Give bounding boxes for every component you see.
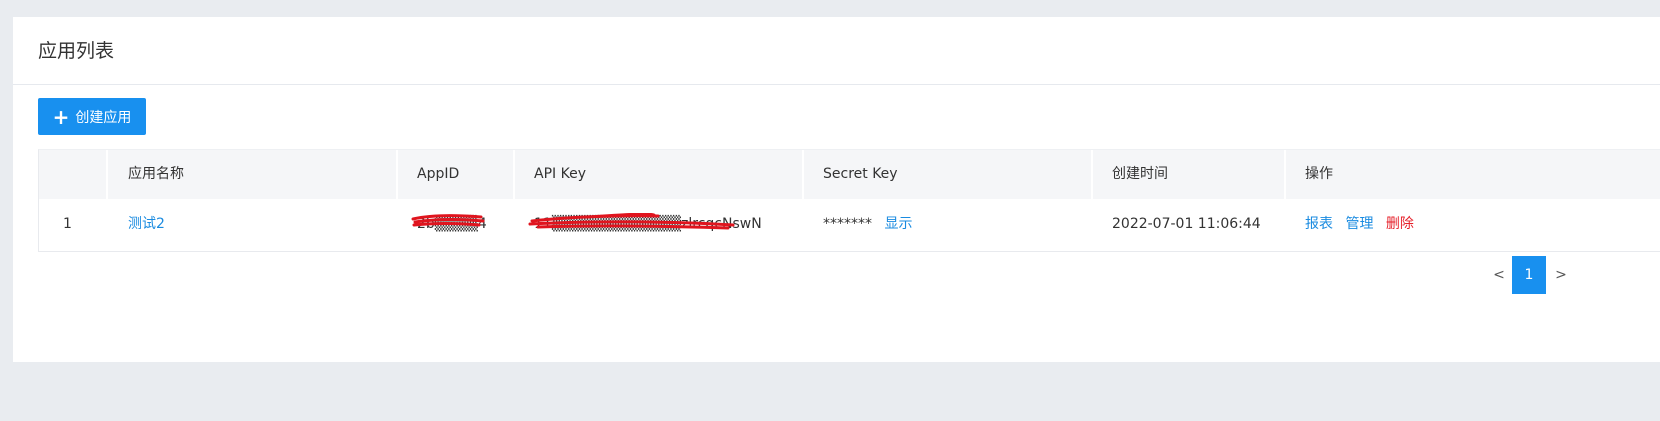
table-header: 应用名称 AppID API Key Secret Key 创建时间 操作 [39,150,1660,199]
column-header-secret-key: Secret Key [823,166,898,182]
pagination-next-button[interactable]: > [1551,256,1571,294]
row-secret-key-cell: ******* 显示 [803,199,1091,250]
report-link[interactable]: 报表 [1305,216,1333,232]
column-header-index [39,150,107,199]
column-header-actions: 操作 [1305,166,1333,182]
column-header-app-name: 应用名称 [128,166,184,182]
column-header-created: 创建时间 [1112,166,1168,182]
delete-link[interactable]: 删除 [1386,216,1414,232]
column-header-api-key: API Key [534,166,586,182]
table-row: 1 测试2 2b▒▒▒▒4 11▒▒▒▒▒▒▒▒▒▒▒▒zlrcqcNswN *… [39,199,1660,250]
api-key-value: 11▒▒▒▒▒▒▒▒▒▒▒▒zlrcqcNswN [534,216,762,232]
pagination-page-1[interactable]: 1 [1512,256,1546,294]
app-table: 应用名称 AppID API Key Secret Key 创建时间 操作 1 … [38,149,1660,252]
api-key-value-redacted: 11▒▒▒▒▒▒▒▒▒▒▒▒zlrcqcNswN [528,199,762,250]
row-appid-cell: 2b▒▒▒▒4 [397,199,513,250]
row-index: 1 [63,216,72,232]
secret-key-masked: ******* [823,216,872,232]
row-app-name-cell: 测试2 [108,199,396,250]
row-actions-cell: 报表 管理 删除 [1285,199,1660,250]
create-app-button[interactable]: + 创建应用 [38,98,146,135]
manage-link[interactable]: 管理 [1345,216,1373,232]
page-title: 应用列表 [38,40,115,62]
row-created-time: 2022-07-01 11:06:44 [1112,216,1261,232]
card-header: 应用列表 [13,17,1660,85]
appid-value: 2b▒▒▒▒4 [417,216,487,232]
appid-value-redacted: 2b▒▒▒▒4 [411,199,487,250]
pagination-prev-button[interactable]: < [1489,256,1509,294]
create-app-button-label: 创建应用 [75,109,132,126]
app-name-link[interactable]: 测试2 [128,216,165,232]
row-api-key-cell: 11▒▒▒▒▒▒▒▒▒▒▒▒zlrcqcNswN [514,199,802,250]
column-header-appid: AppID [417,166,460,182]
show-secret-link[interactable]: 显示 [884,216,912,232]
app-list-card: 应用列表 + 创建应用 应用名称 AppID API Key Secret Ke… [13,17,1660,362]
plus-icon: + [52,104,70,129]
